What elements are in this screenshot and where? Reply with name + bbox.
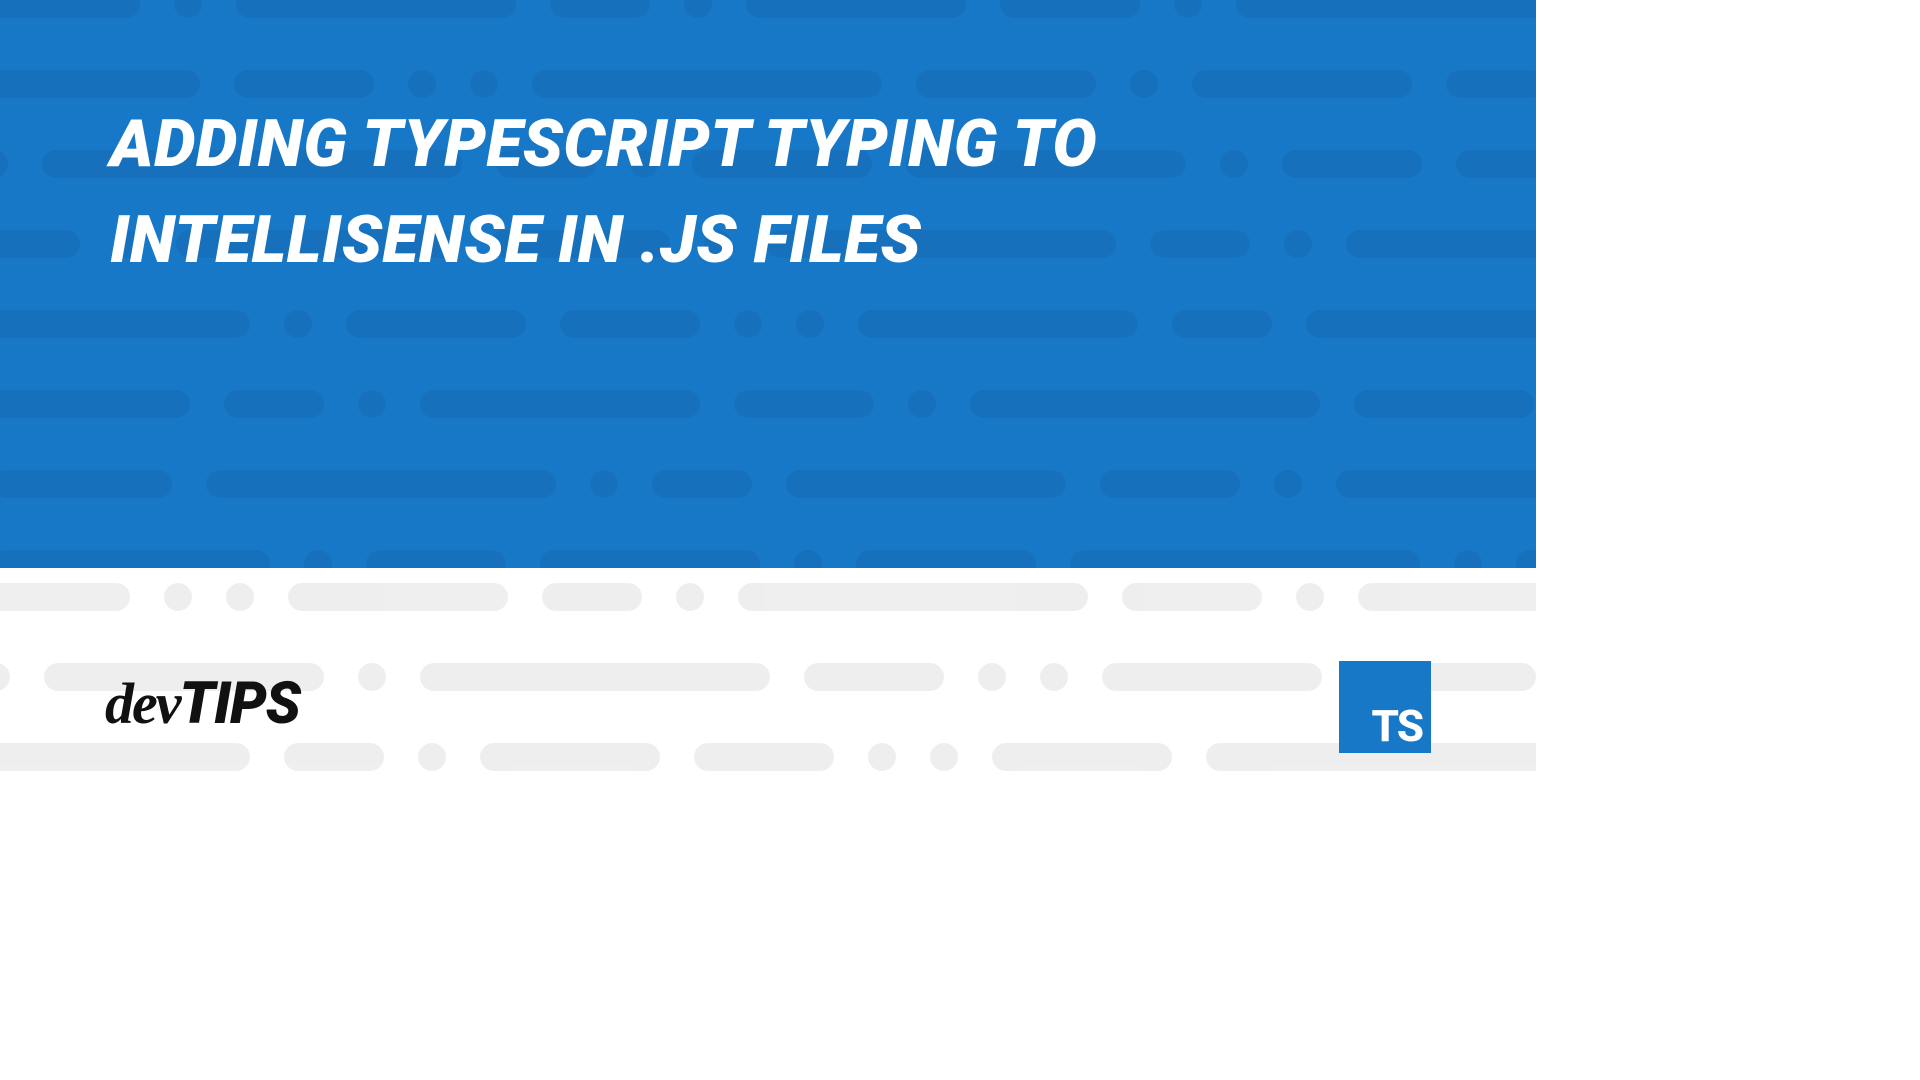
brand-logo: devTIPS [105, 670, 300, 738]
typescript-logo-text: TS [1372, 704, 1422, 748]
hero-banner: ADDING TYPESCRIPT TYPING TO INTELLISENSE… [0, 0, 1536, 568]
brand-prefix: dev [105, 671, 180, 736]
typescript-logo-icon: TS [1339, 661, 1431, 753]
brand-suffix: TIPS [180, 670, 300, 738]
footer-banner: devTIPS TS [0, 568, 1536, 816]
page-title: ADDING TYPESCRIPT TYPING TO INTELLISENSE… [110, 97, 1426, 288]
